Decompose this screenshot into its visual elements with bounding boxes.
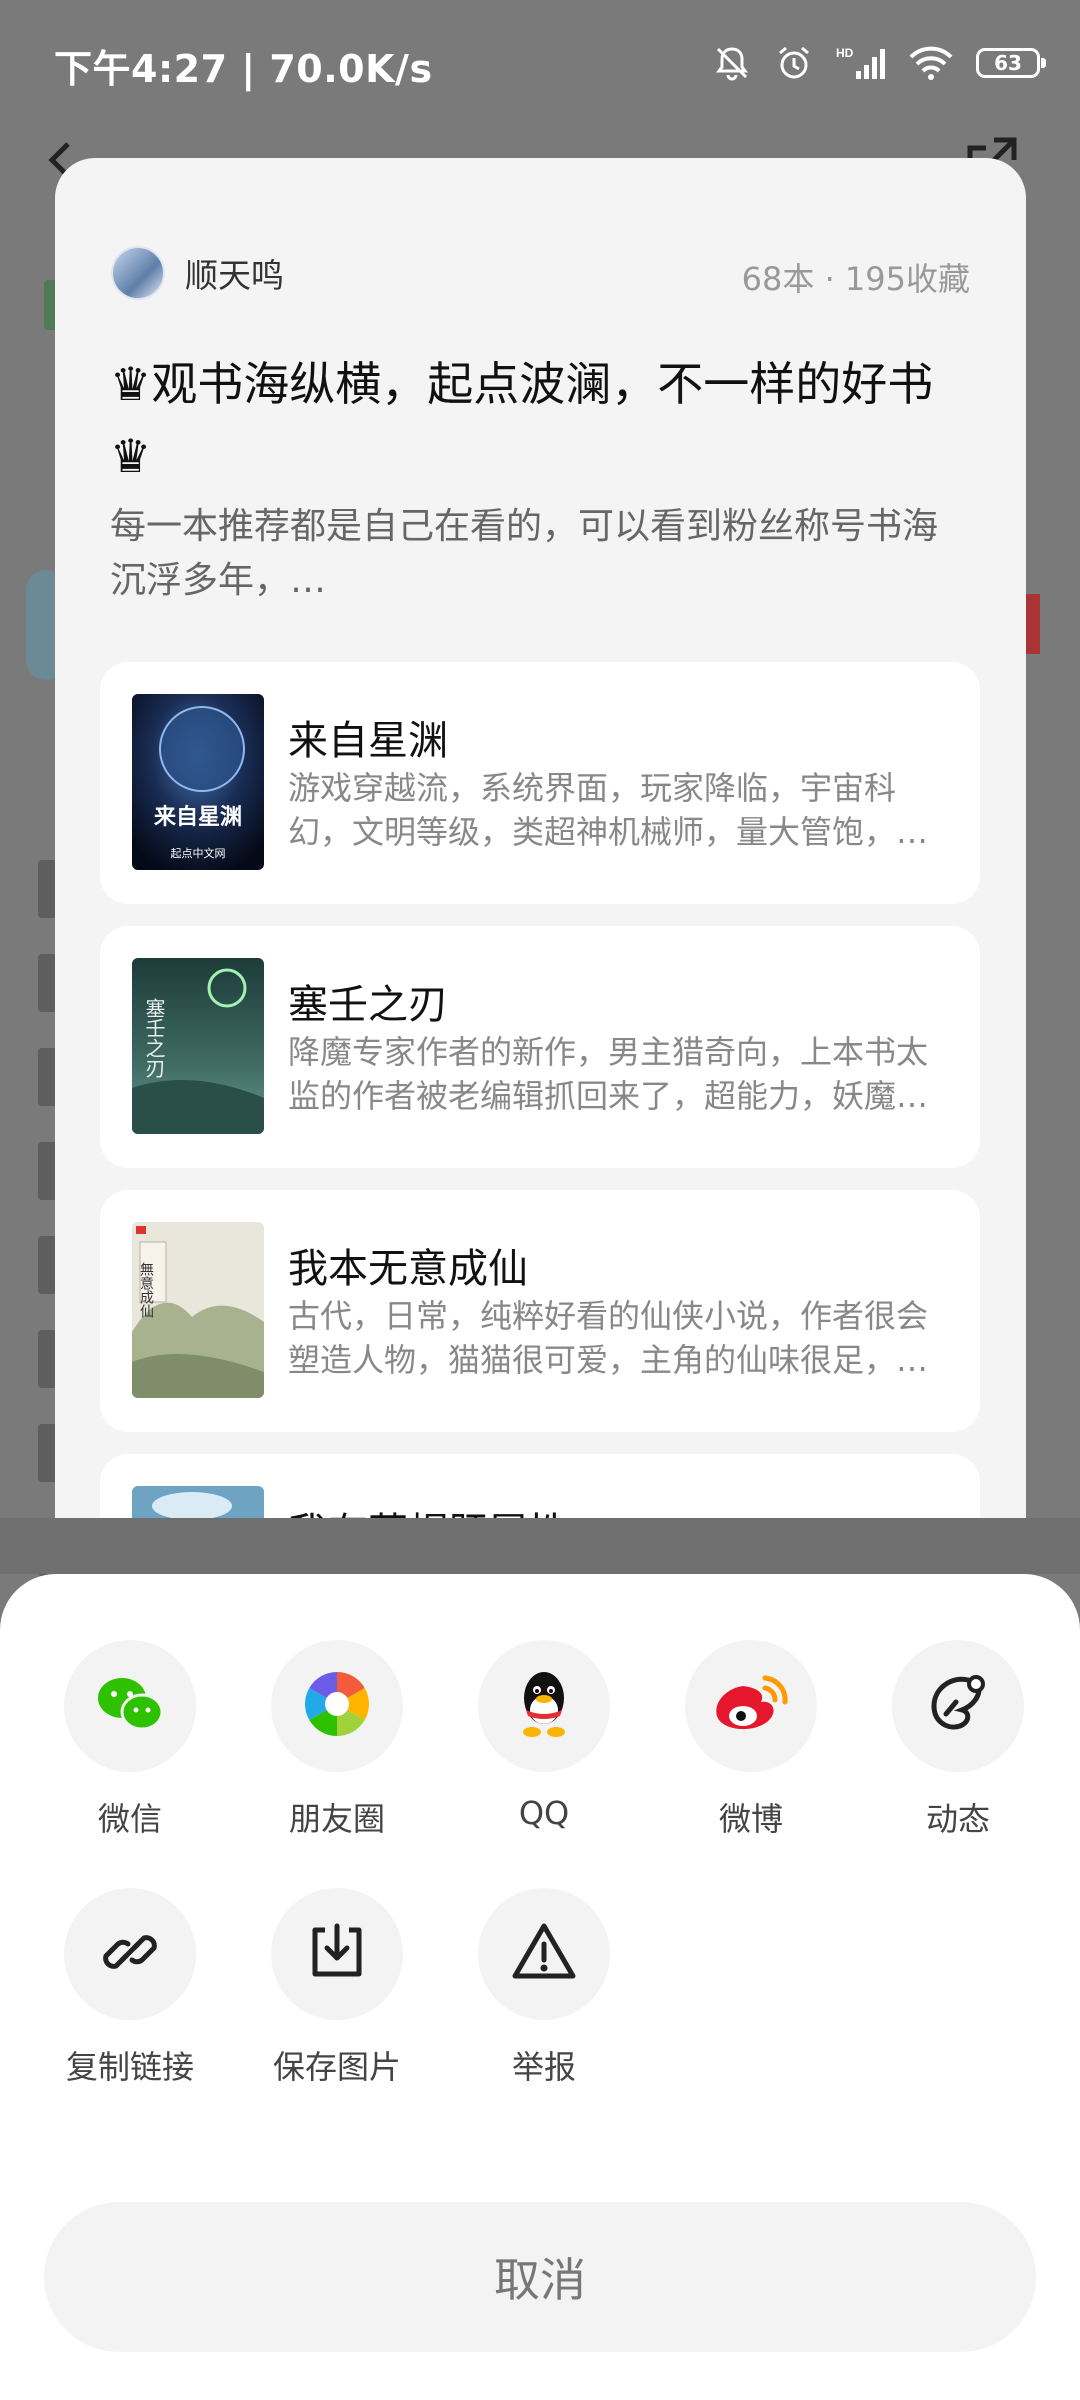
hd-signal-icon: HD bbox=[836, 43, 886, 83]
book-description: 古代，日常，纯粹好看的仙侠小说，作者很会塑造人物，猫猫很可爱，主角的仙味很足，… bbox=[288, 1297, 929, 1379]
save-image-icon bbox=[305, 1920, 369, 1988]
moments-icon bbox=[303, 1670, 371, 1742]
book-title: 来自星渊 bbox=[288, 718, 448, 764]
share-label: QQ bbox=[518, 1794, 570, 1832]
booklist-preview-card: 顺天鸣 68本 · 195收藏 ♛观书海纵横，起点波澜，不一样的好书♛ 每一本推… bbox=[55, 158, 1026, 1518]
alarm-icon bbox=[774, 43, 814, 83]
wechat-icon bbox=[94, 1674, 166, 1738]
status-time-speed: 下午4:27 | 70.0K/s bbox=[54, 47, 433, 91]
author-name: 顺天鸣 bbox=[185, 256, 284, 295]
booklist-title: ♛观书海纵横，起点波澜，不一样的好书♛ bbox=[110, 357, 934, 483]
svg-text:HD: HD bbox=[836, 46, 854, 60]
weibo-icon bbox=[711, 1672, 791, 1740]
share-label: 保存图片 bbox=[272, 2048, 401, 2086]
book-title: 我有草帽肝属性 bbox=[288, 1500, 568, 1518]
share-moments-button[interactable]: 朋友圈 bbox=[257, 1640, 417, 1840]
battery-icon: 63 bbox=[976, 48, 1046, 78]
share-feed-button[interactable]: 动态 bbox=[878, 1640, 1038, 1840]
report-button[interactable]: 举报 bbox=[464, 1888, 624, 2088]
share-wechat-button[interactable]: 微信 bbox=[50, 1640, 210, 1840]
book-cover: 来自星渊 起点中文网 bbox=[132, 694, 264, 870]
dim-overlay[interactable] bbox=[0, 1518, 1080, 1574]
author-info: 顺天鸣 bbox=[111, 246, 284, 300]
report-icon bbox=[511, 1922, 577, 1986]
booklist-description: 每一本推荐都是自己在看的，可以看到粉丝称号书海沉浮多年，… bbox=[110, 506, 939, 601]
book-item: 無意成仙 我本无意成仙 古代，日常，纯粹好看的仙侠小说，作者很会塑造人物，猫猫很… bbox=[100, 1190, 980, 1432]
status-icons: HD 63 bbox=[712, 38, 1046, 88]
link-icon bbox=[98, 1920, 162, 1988]
share-sheet: 微信 朋友圈 QQ 微博 动态 复制链接 保存图片 举报 取消 bbox=[0, 1574, 1080, 2400]
book-description: 降魔专家作者的新作，男主猎奇向，上本书太监的作者被老编辑抓回来了，超能力，妖魔… bbox=[288, 1033, 929, 1115]
mute-icon bbox=[712, 43, 752, 83]
share-qq-button[interactable]: QQ bbox=[464, 1640, 624, 1832]
share-weibo-button[interactable]: 微博 bbox=[671, 1640, 831, 1840]
share-label: 微博 bbox=[718, 1800, 783, 1838]
book-cover bbox=[132, 1486, 264, 1518]
share-label: 复制链接 bbox=[65, 2048, 194, 2086]
wifi-icon bbox=[908, 43, 954, 83]
cover-title: 塞壬之刃 bbox=[142, 998, 166, 1078]
book-cover: 塞壬之刃 bbox=[132, 958, 264, 1134]
book-title: 塞壬之刃 bbox=[288, 982, 448, 1028]
share-label: 微信 bbox=[97, 1800, 162, 1838]
share-label: 动态 bbox=[925, 1800, 990, 1838]
book-description: 游戏穿越流，系统界面，玩家降临，宇宙科幻，文明等级，类超神机械师，量大管饱，… bbox=[288, 769, 929, 851]
feed-icon bbox=[926, 1672, 990, 1740]
share-label: 举报 bbox=[511, 2048, 576, 2086]
cancel-button[interactable]: 取消 bbox=[44, 2202, 1036, 2352]
book-item: 来自星渊 起点中文网 来自星渊 游戏穿越流，系统界面，玩家降临，宇宙科幻，文明等… bbox=[100, 662, 980, 904]
cover-title: 来自星渊 bbox=[153, 804, 242, 830]
avatar bbox=[111, 246, 165, 300]
book-item: 塞壬之刃 塞壬之刃 降魔专家作者的新作，男主猎奇向，上本书太监的作者被老编辑抓回… bbox=[100, 926, 980, 1168]
status-bar: 下午4:27 | 70.0K/s HD 63 bbox=[0, 0, 1080, 130]
copy-link-button[interactable]: 复制链接 bbox=[50, 1888, 210, 2088]
book-title: 我本无意成仙 bbox=[288, 1246, 528, 1292]
book-item: 我有草帽肝属性 bbox=[100, 1454, 980, 1518]
cover-title: 無意成仙 bbox=[138, 1262, 154, 1318]
book-cover: 無意成仙 bbox=[132, 1222, 264, 1398]
share-label: 朋友圈 bbox=[288, 1800, 385, 1838]
booklist-stats: 68本 · 195收藏 bbox=[741, 260, 970, 298]
qq-icon bbox=[514, 1668, 574, 1744]
save-image-button[interactable]: 保存图片 bbox=[257, 1888, 417, 2088]
cover-publisher: 起点中文网 bbox=[171, 846, 226, 860]
